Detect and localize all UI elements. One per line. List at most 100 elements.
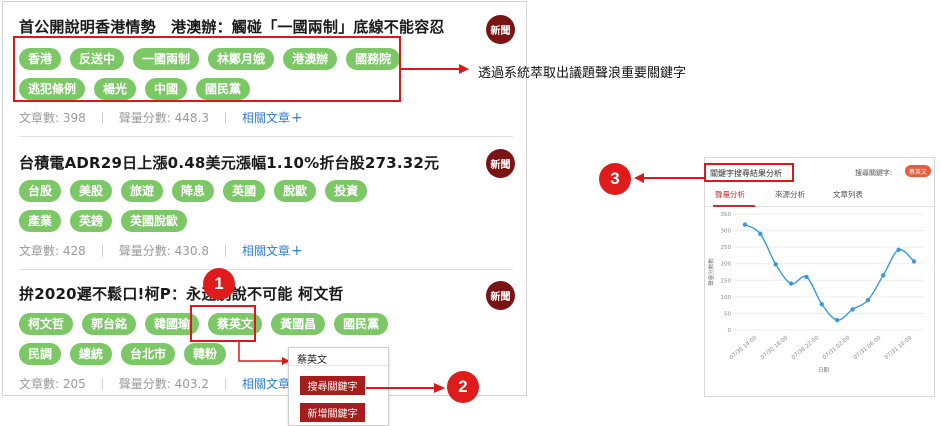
tab-article-list[interactable]: 文章列表 [833, 189, 863, 200]
volume-score: 聲量分數: 448.3 [118, 111, 209, 125]
active-tab-indicator [713, 205, 755, 207]
x-tick-label: 07/30 22:00 [791, 335, 821, 361]
data-point [758, 231, 763, 237]
selected-tag-highlight-box [190, 305, 256, 342]
x-tick-label: 07/31 02:00 [822, 335, 852, 361]
y-tick-label: 350 [721, 212, 732, 218]
x-tick-label: 07/31 06:00 [853, 335, 883, 361]
related-articles-link[interactable]: 相關文章 [242, 109, 290, 126]
series-line [744, 223, 915, 321]
popup-divider [289, 365, 388, 366]
search-keyword-button[interactable]: 搜尋關鍵字 [300, 376, 365, 395]
step-2-marker: 2 [447, 371, 479, 403]
x-tick-label: 07/30 18:00 [760, 335, 790, 361]
keyword-tag[interactable]: 旅遊 [121, 180, 164, 202]
keyword-tag[interactable]: 投資 [325, 180, 368, 202]
keyword-tag[interactable]: 黃國昌 [271, 313, 326, 335]
x-axis-label: 日期 [818, 367, 830, 374]
meta-divider [224, 377, 226, 390]
keyword-tag[interactable]: 英國脫歐 [121, 210, 188, 232]
y-tick-label: 100 [721, 295, 732, 301]
meta-divider [224, 244, 226, 257]
keyword-note: 透過系統萃取出議題聲浪重要關鍵字 [478, 66, 687, 81]
card-divider [19, 136, 513, 137]
article-count: 文章數: 398 [19, 111, 86, 125]
data-point [804, 274, 809, 280]
article-count: 文章數: 205 [19, 377, 86, 391]
keyword-tag[interactable]: 柯文哲 [19, 313, 74, 335]
keyword-tag[interactable]: 韓粉 [184, 343, 227, 365]
related-articles-link[interactable]: 相關文章 [242, 375, 290, 392]
keyword-tag[interactable]: 郭台銘 [82, 313, 137, 335]
keyword-tag[interactable]: 總統 [70, 343, 113, 365]
tag-list: 台股 美股 旅遊 降息 英國 脫歐 投資 產業 英鎊 英國脫歐 [19, 180, 419, 240]
y-tick-label: 200 [721, 262, 732, 268]
y-axis-label: 聲量分數數 [707, 258, 715, 286]
volume-score: 聲量分數: 430.8 [118, 244, 209, 258]
card-divider [19, 269, 513, 270]
meta-divider [101, 111, 103, 124]
keyword-highlight-box [13, 36, 401, 102]
news-title[interactable]: 拚2020遲不鬆口!柯P：永遠別說不可能 柯文哲 [19, 283, 344, 304]
meta-divider [101, 377, 103, 390]
plus-icon[interactable]: + [291, 243, 303, 259]
data-point [865, 297, 871, 303]
meta-divider [101, 244, 103, 257]
arrow-right-icon [366, 383, 445, 393]
news-badge: 新聞 [486, 281, 515, 310]
data-point [819, 301, 825, 307]
article-count: 文章數: 428 [19, 244, 86, 258]
data-point [773, 262, 778, 267]
popup-title: 蔡英文 [297, 355, 327, 366]
data-point [896, 247, 901, 252]
news-card[interactable]: 台積電ADR29日上漲0.48美元漲幅1.10%折台股273.32元 新聞 台股… [19, 149, 515, 259]
keyword-tag[interactable]: 脫歐 [274, 180, 317, 202]
keyword-tag[interactable]: 民調 [19, 343, 62, 365]
x-tick-label: 07/31 10:00 [884, 335, 914, 361]
news-title[interactable]: 首公開說明香港情勢 港澳辦：觸碰「一國兩制」底線不能容忍 [19, 16, 445, 37]
keyword-tag[interactable]: 台北市 [121, 343, 176, 365]
keyword-tag[interactable]: 產業 [19, 210, 62, 232]
keyword-tag[interactable]: 美股 [70, 180, 113, 202]
data-point [788, 281, 794, 286]
plus-icon[interactable]: + [291, 110, 303, 126]
y-tick-label: 150 [721, 278, 732, 284]
news-meta: 文章數: 398 聲量分數: 448.3 相關文章 + [19, 109, 303, 126]
volume-line-chart: 050100150200250300350聲量分數數07/30 14:00 07/… [707, 212, 924, 374]
search-keyword-label: 搜尋關鍵字: [855, 169, 893, 177]
news-meta: 文章數: 428 聲量分數: 430.8 相關文章 + [19, 242, 303, 259]
news-card[interactable]: 拚2020遲不鬆口!柯P：永遠別說不可能 柯文哲 新聞 柯文哲 郭台銘 韓國瑜 … [19, 281, 515, 392]
news-meta: 文章數: 205 聲量分數: 403.2 相關文章 + [19, 375, 303, 392]
data-point [850, 307, 855, 312]
arrow-right-icon [401, 64, 469, 74]
y-tick-label: 300 [721, 229, 732, 235]
step-1-marker: 1 [203, 268, 235, 300]
step-3-marker: 3 [599, 163, 631, 195]
keyword-tag[interactable]: 國民黨 [334, 313, 389, 335]
tab-volume-analysis[interactable]: 聲量分析 [715, 189, 745, 200]
search-keyword-badge[interactable]: 蔡英文 [905, 165, 931, 177]
analysis-tabs: 聲量分析 來源分析 文章列表 [705, 185, 934, 207]
meta-divider [224, 111, 226, 124]
keyword-tag[interactable]: 英國 [223, 180, 266, 202]
arrow-right-icon [238, 340, 290, 365]
add-keyword-button[interactable]: 新增關鍵字 [300, 403, 365, 422]
related-articles-link[interactable]: 相關文章 [242, 242, 290, 259]
analysis-title-highlight-box [704, 163, 794, 182]
keyword-tag[interactable]: 台股 [19, 180, 62, 202]
y-tick-label: 250 [721, 245, 732, 251]
arrow-left-icon [634, 173, 704, 183]
data-point [742, 222, 748, 227]
news-badge: 新聞 [486, 15, 515, 44]
tab-source-analysis[interactable]: 來源分析 [775, 189, 805, 200]
keyword-tag[interactable]: 降息 [172, 180, 215, 202]
data-point [834, 317, 840, 323]
volume-score: 聲量分數: 403.2 [118, 377, 209, 391]
data-point [911, 259, 917, 264]
analysis-panel: 關鍵字搜尋結果分析 搜尋關鍵字: 蔡英文 聲量分析 來源分析 文章列表 0 50 1… [704, 157, 935, 397]
news-badge: 新聞 [486, 149, 515, 178]
keyword-tag[interactable]: 英鎊 [70, 210, 113, 232]
x-tick-label: 07/30 14:00 [729, 335, 759, 361]
y-tick-label: 0 [728, 328, 732, 334]
news-title[interactable]: 台積電ADR29日上漲0.48美元漲幅1.10%折台股273.32元 [19, 152, 439, 173]
